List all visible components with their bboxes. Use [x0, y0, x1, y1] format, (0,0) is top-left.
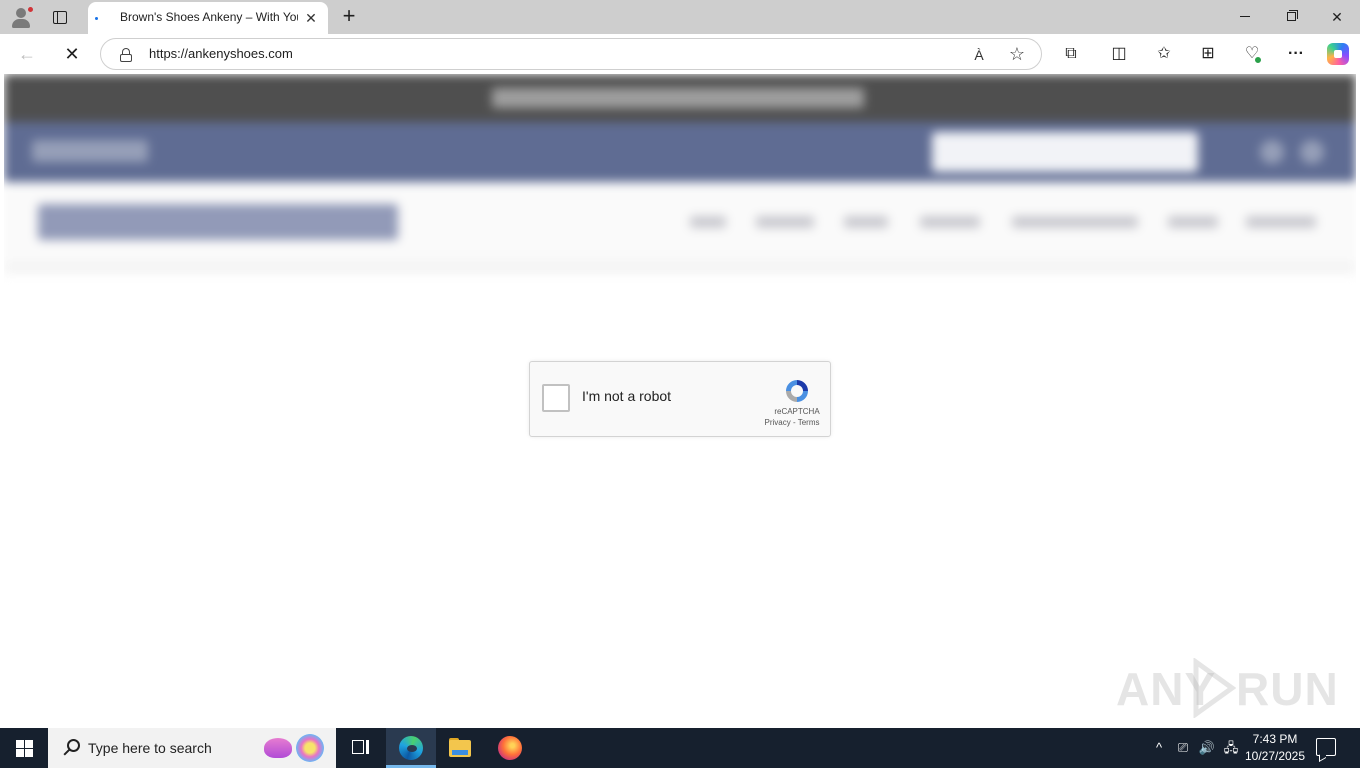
recaptcha-logo-icon	[786, 380, 808, 402]
announcement-bar	[4, 74, 1356, 122]
new-tab-icon[interactable]: +	[338, 5, 360, 27]
lock-body	[120, 54, 132, 62]
tab-loading-icon	[95, 17, 98, 20]
performance-status-dot	[1254, 56, 1262, 64]
profile-icon[interactable]	[9, 5, 35, 29]
task-view-button[interactable]	[336, 728, 386, 768]
recaptcha-brand: reCAPTCHA	[774, 407, 820, 416]
windows-taskbar: Type here to search ^ ⎚ 🔊 🖧 7:43 PM 10/2…	[0, 728, 1360, 768]
minimize-icon	[1240, 16, 1250, 17]
volume-icon[interactable]: 🔊	[1196, 728, 1218, 768]
notifications-icon[interactable]	[1316, 738, 1336, 756]
firefox-icon	[498, 736, 522, 760]
screen: Brown's Shoes Ankeny – With You ✕ + ✕ ← …	[0, 0, 1360, 768]
start-button[interactable]	[0, 728, 48, 768]
account-icon	[1260, 140, 1284, 164]
windows-logo-icon	[25, 740, 33, 748]
recaptcha-widget: I'm not a robot reCAPTCHA Privacy - Term…	[529, 361, 831, 437]
tab-close-icon[interactable]: ✕	[302, 9, 320, 27]
url-text[interactable]: https://ankenyshoes.com	[149, 46, 293, 61]
more-options-icon[interactable]: ···	[1285, 43, 1307, 65]
site-top-nav	[4, 122, 1356, 182]
windows-logo-icon	[16, 749, 24, 757]
taskbar-search-placeholder: Type here to search	[88, 740, 212, 756]
lock-icon[interactable]	[119, 48, 133, 62]
restore-icon	[1287, 12, 1296, 21]
profile-notification-dot	[27, 6, 34, 13]
taskbar-search-box[interactable]: Type here to search	[48, 728, 336, 768]
search-icon-handle	[63, 748, 71, 756]
tab-title: Brown's Shoes Ankeny – With You	[120, 10, 298, 24]
site-main-nav	[4, 182, 1356, 262]
tab-actions-bar	[53, 11, 58, 24]
announcement-text-blurred	[492, 88, 864, 108]
browser-toolbar: ← ✕ https://ankenyshoes.com À ☆ ⧉ ◫ ✩ ⊞…	[0, 34, 1360, 74]
network-icon[interactable]: 🖧	[1220, 728, 1242, 768]
nav-item-blurred	[1246, 216, 1316, 228]
watermark-right-text: RUN	[1236, 663, 1339, 715]
clock-time: 7:43 PM	[1252, 732, 1298, 746]
collections-icon[interactable]: ⊞	[1197, 43, 1219, 65]
nav-item-blurred	[1012, 216, 1138, 228]
header-shadow	[4, 262, 1356, 274]
nav-item-blurred	[920, 216, 980, 228]
nav-item-blurred	[1168, 216, 1218, 228]
favorite-star-icon[interactable]: ☆	[1007, 44, 1027, 64]
search-highlight-rangoli-icon	[296, 734, 324, 762]
address-bar[interactable]: https://ankenyshoes.com À ☆	[100, 38, 1042, 70]
split-screen-icon[interactable]: ◫	[1108, 43, 1130, 65]
browser-tab-bar: Brown's Shoes Ankeny – With You ✕ + ✕	[0, 0, 1360, 34]
clock-date: 10/27/2025	[1244, 749, 1306, 763]
task-view-icon-bar	[366, 740, 369, 754]
blurred-site-header	[4, 74, 1356, 274]
restore-button[interactable]	[1268, 0, 1314, 34]
search-highlight-diya-icon	[264, 738, 292, 758]
back-arrow-icon[interactable]: ←	[16, 43, 38, 65]
favorites-icon[interactable]: ✩	[1153, 43, 1175, 65]
cart-icon	[1300, 140, 1324, 164]
recaptcha-label: I'm not a robot	[582, 388, 672, 404]
taskbar-firefox-button[interactable]	[486, 728, 536, 768]
profile-head	[16, 8, 26, 18]
nav-item-blurred	[844, 216, 888, 228]
profile-body	[12, 19, 30, 28]
watermark-play-icon	[1193, 658, 1236, 718]
nav-item-blurred	[756, 216, 814, 228]
search-icon	[62, 738, 82, 758]
site-search-blurred	[932, 132, 1198, 172]
nav-item-blurred	[690, 216, 726, 228]
taskbar-clock[interactable]: 7:43 PM 10/27/2025	[1244, 731, 1306, 765]
tab-actions-icon[interactable]	[50, 8, 70, 26]
site-brand-blurred	[32, 140, 148, 162]
windows-logo-icon	[16, 740, 24, 748]
recaptcha-checkbox[interactable]	[542, 384, 570, 412]
recaptcha-privacy-terms[interactable]: Privacy - Terms	[760, 418, 824, 427]
read-aloud-icon[interactable]: À	[969, 45, 989, 65]
extensions-icon[interactable]: ⧉	[1060, 43, 1082, 65]
copilot-icon[interactable]	[1327, 43, 1349, 65]
minimize-button[interactable]	[1222, 0, 1268, 34]
windows-logo-icon	[25, 749, 33, 757]
site-logo-blurred	[38, 204, 398, 240]
taskbar-edge-button[interactable]	[386, 728, 436, 768]
show-hidden-icons-chevron-icon[interactable]: ^	[1148, 728, 1170, 768]
page-viewport: I'm not a robot reCAPTCHA Privacy - Term…	[4, 74, 1356, 724]
meet-now-icon[interactable]: ⎚	[1172, 728, 1194, 768]
stop-loading-icon[interactable]: ✕	[61, 43, 83, 65]
task-view-icon	[352, 740, 364, 754]
anyrun-watermark: ANY RUN	[1116, 654, 1338, 718]
taskbar-file-explorer-button[interactable]	[436, 728, 486, 768]
folder-icon-band	[452, 750, 468, 755]
tab-active[interactable]: Brown's Shoes Ankeny – With You ✕	[88, 2, 328, 34]
edge-icon	[399, 736, 423, 760]
window-close-button[interactable]: ✕	[1314, 0, 1360, 34]
